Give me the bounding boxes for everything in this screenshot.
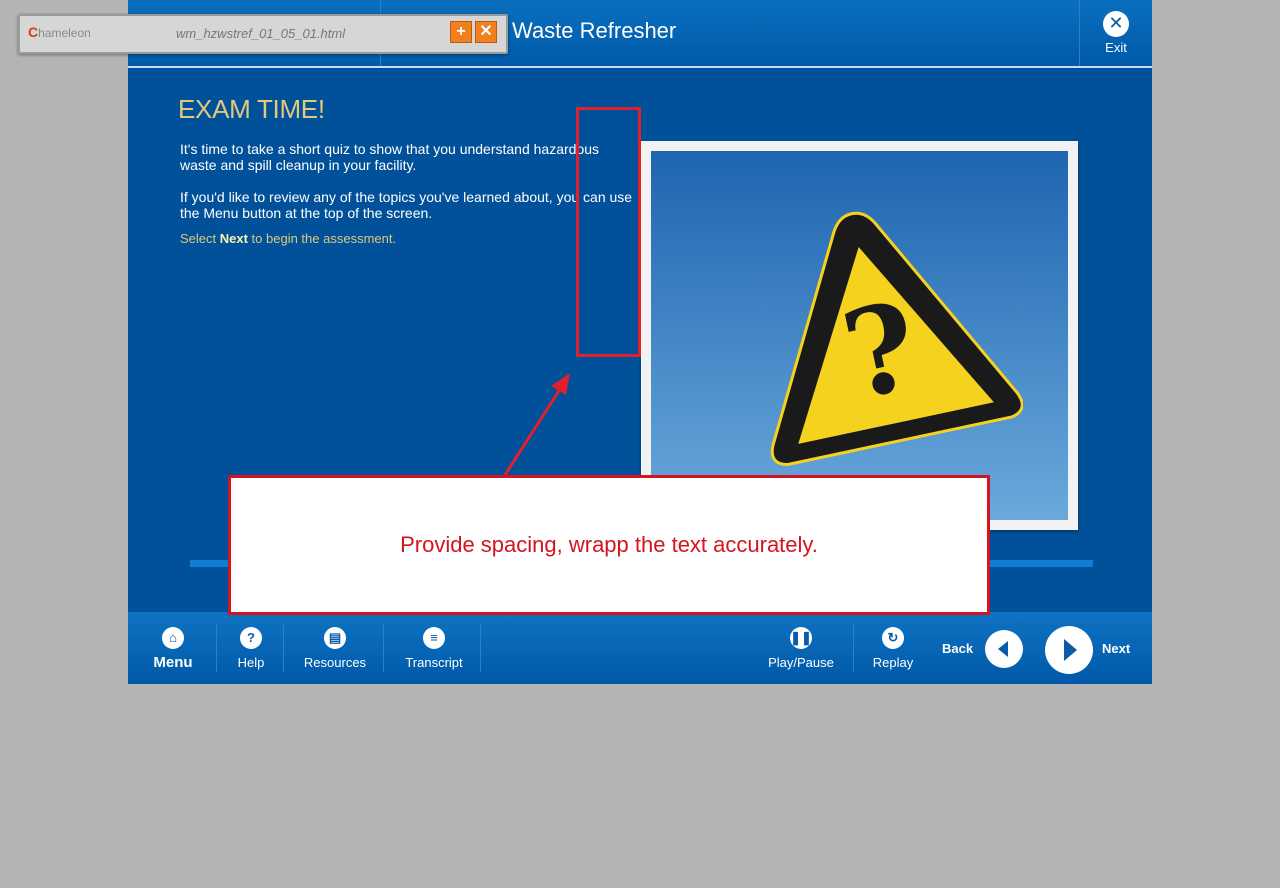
chevron-right-icon: [1064, 639, 1077, 661]
toolbar-divider: [383, 624, 384, 672]
image-frame: ?: [641, 141, 1078, 530]
chameleon-logo-text: hameleon: [38, 26, 91, 40]
help-label: Help: [237, 655, 265, 670]
next-label[interactable]: Next: [1102, 641, 1130, 656]
toolbar-divider: [853, 624, 854, 672]
instruction-text: Select Next to begin the assessment.: [180, 231, 396, 247]
next-button[interactable]: [1045, 626, 1093, 674]
question-icon: ?: [240, 627, 262, 649]
exit-label: Exit: [1105, 40, 1127, 55]
exit-button[interactable]: ✕ Exit: [1079, 0, 1152, 66]
chevron-left-icon: [998, 641, 1008, 657]
play-pause-button[interactable]: ❚❚ Play/Pause: [764, 612, 838, 684]
transcript-button[interactable]: ≡ Transcript: [400, 612, 468, 684]
chameleon-logo-initial: C: [28, 24, 39, 40]
list-icon: ≡: [423, 627, 445, 649]
back-button[interactable]: [985, 630, 1023, 668]
close-button[interactable]: ✕: [475, 21, 497, 43]
back-label[interactable]: Back: [942, 641, 973, 656]
replay-button[interactable]: ↻ Replay: [868, 612, 918, 684]
chameleon-logo: Chameleon: [28, 24, 91, 40]
play-pause-label: Play/Pause: [768, 655, 834, 670]
pause-icon: ❚❚: [790, 627, 812, 649]
close-icon: ✕: [479, 23, 493, 40]
instruction-next-word: Next: [219, 231, 248, 246]
toolbar-divider: [216, 624, 217, 672]
toolbar-divider: [480, 624, 481, 672]
resources-label: Resources: [303, 655, 367, 670]
annotation-text: Provide spacing, wrapp the text accurate…: [400, 532, 818, 557]
transcript-label: Transcript: [405, 655, 463, 670]
instruction-pre: Select: [180, 231, 220, 246]
annotation-highlight-box: [576, 107, 641, 357]
home-icon: ⌂: [162, 627, 184, 649]
plus-button[interactable]: +: [450, 21, 472, 43]
menu-label: Menu: [153, 654, 193, 671]
review-paragraph: If you'd like to review any of the topic…: [180, 189, 633, 221]
chameleon-filename: wm_hzwstref_01_05_01.html: [176, 26, 346, 41]
annotation-callout: Provide spacing, wrapp the text accurate…: [228, 475, 990, 615]
toolbar-divider: [283, 624, 284, 672]
replay-label: Replay: [872, 655, 914, 670]
course-title: Waste Refresher: [512, 18, 677, 43]
intro-paragraph: It's time to take a short quiz to show t…: [180, 141, 600, 173]
replay-icon: ↻: [882, 627, 904, 649]
plus-icon: +: [456, 23, 466, 40]
help-button[interactable]: ? Help: [232, 612, 270, 684]
warning-image: ?: [651, 151, 1068, 520]
page-title: EXAM TIME!: [178, 94, 325, 124]
instruction-post: to begin the assessment.: [247, 231, 397, 246]
resources-button[interactable]: ▤ Resources: [300, 612, 370, 684]
menu-button[interactable]: ⌂ Menu: [150, 612, 196, 684]
document-icon: ▤: [324, 627, 346, 649]
warning-question-icon: ?: [770, 211, 1023, 467]
footer-toolbar: ⌂ Menu ? Help ▤ Resources ≡ Transcript ❚…: [128, 612, 1152, 684]
close-icon: ✕: [1103, 11, 1129, 37]
chameleon-toolbar: Chameleon wm_hzwstref_01_05_01.html + ✕: [18, 14, 508, 54]
